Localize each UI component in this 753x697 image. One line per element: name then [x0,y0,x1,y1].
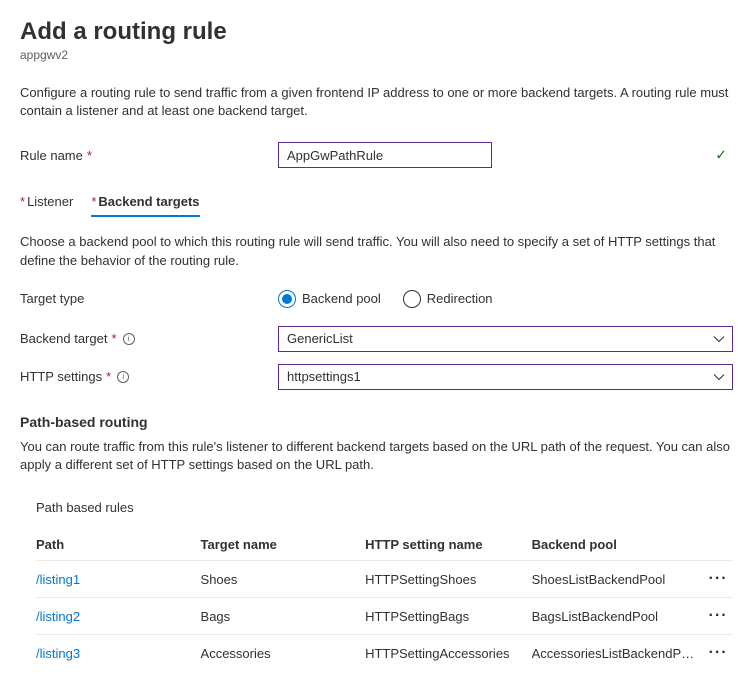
rule-name-input-wrap: ✓ [278,142,733,168]
col-header-pool: Backend pool [532,537,704,552]
table-row: /listing1 Shoes HTTPSettingShoes ShoesLi… [36,560,733,597]
radio-redirection-label: Redirection [427,291,493,306]
tab-backend-label: Backend targets [98,194,199,209]
backend-target-value: GenericList [287,331,353,346]
radio-icon [278,290,296,308]
page-subtitle: appgwv2 [20,48,733,62]
info-icon[interactable]: i [123,333,135,345]
backend-target-label-text: Backend target [20,331,107,346]
backend-target-select-wrap: GenericList [278,326,733,352]
http-settings-label: HTTP settings * i [20,369,278,384]
cell-target: Bags [201,609,366,624]
col-header-http: HTTP setting name [365,537,532,552]
radio-backend-pool[interactable]: Backend pool [278,290,381,308]
col-header-actions [703,537,733,552]
col-header-target: Target name [201,537,366,552]
cell-pool: ShoesListBackendPool [532,572,704,587]
rule-name-input[interactable] [278,142,492,168]
path-link[interactable]: /listing1 [36,572,201,587]
cell-target: Accessories [201,646,366,661]
rule-name-label: Rule name * [20,148,278,163]
required-asterisk: * [91,194,96,209]
table-row: /listing2 Bags HTTPSettingBags BagsListB… [36,597,733,634]
backend-target-row: Backend target * i GenericList [20,326,733,352]
cell-http: HTTPSettingShoes [365,572,532,587]
tab-listener-label: Listener [27,194,73,209]
rule-name-label-text: Rule name [20,148,83,163]
info-icon[interactable]: i [117,371,129,383]
radio-icon [403,290,421,308]
more-button[interactable]: ··· [703,571,733,587]
cell-pool: BagsListBackendPool [532,609,704,624]
tabs: * Listener * Backend targets [20,194,733,217]
path-rules-subheading: Path based rules [36,500,733,515]
http-settings-label-text: HTTP settings [20,369,102,384]
radio-backend-pool-label: Backend pool [302,291,381,306]
path-rules-table: Path Target name HTTP setting name Backe… [36,529,733,671]
tab-listener[interactable]: * Listener [20,194,73,217]
check-icon: ✓ [715,147,727,164]
radio-redirection[interactable]: Redirection [403,290,493,308]
required-asterisk: * [20,194,25,209]
cell-target: Shoes [201,572,366,587]
target-type-label: Target type [20,291,278,306]
cell-http: HTTPSettingBags [365,609,532,624]
http-settings-row: HTTP settings * i httpsettings1 [20,364,733,390]
path-routing-desc: You can route traffic from this rule's l… [20,438,733,474]
page-description: Configure a routing rule to send traffic… [20,84,733,120]
required-asterisk: * [111,331,116,346]
page-title: Add a routing rule [20,18,733,46]
http-settings-select[interactable]: httpsettings1 [278,364,733,390]
target-type-label-text: Target type [20,291,84,306]
more-button[interactable]: ··· [703,608,733,624]
col-header-path: Path [36,537,201,552]
table-row: /listing3 Accessories HTTPSettingAccesso… [36,634,733,671]
path-routing-heading: Path-based routing [20,414,733,430]
required-asterisk: * [106,369,111,384]
target-type-row: Target type Backend pool Redirection [20,290,733,308]
http-settings-select-wrap: httpsettings1 [278,364,733,390]
path-link[interactable]: /listing3 [36,646,201,661]
path-link[interactable]: /listing2 [36,609,201,624]
required-asterisk: * [87,148,92,163]
backend-target-select[interactable]: GenericList [278,326,733,352]
backend-description: Choose a backend pool to which this rout… [20,233,733,269]
target-type-radio-group: Backend pool Redirection [278,290,493,308]
backend-target-label: Backend target * i [20,331,278,346]
more-button[interactable]: ··· [703,645,733,661]
table-header: Path Target name HTTP setting name Backe… [36,529,733,560]
cell-pool: AccessoriesListBackendP… [532,646,704,661]
cell-http: HTTPSettingAccessories [365,646,532,661]
tab-backend-targets[interactable]: * Backend targets [91,194,199,217]
http-settings-value: httpsettings1 [287,369,361,384]
path-rules-container: Path based rules Path Target name HTTP s… [20,500,733,671]
rule-name-row: Rule name * ✓ [20,142,733,168]
